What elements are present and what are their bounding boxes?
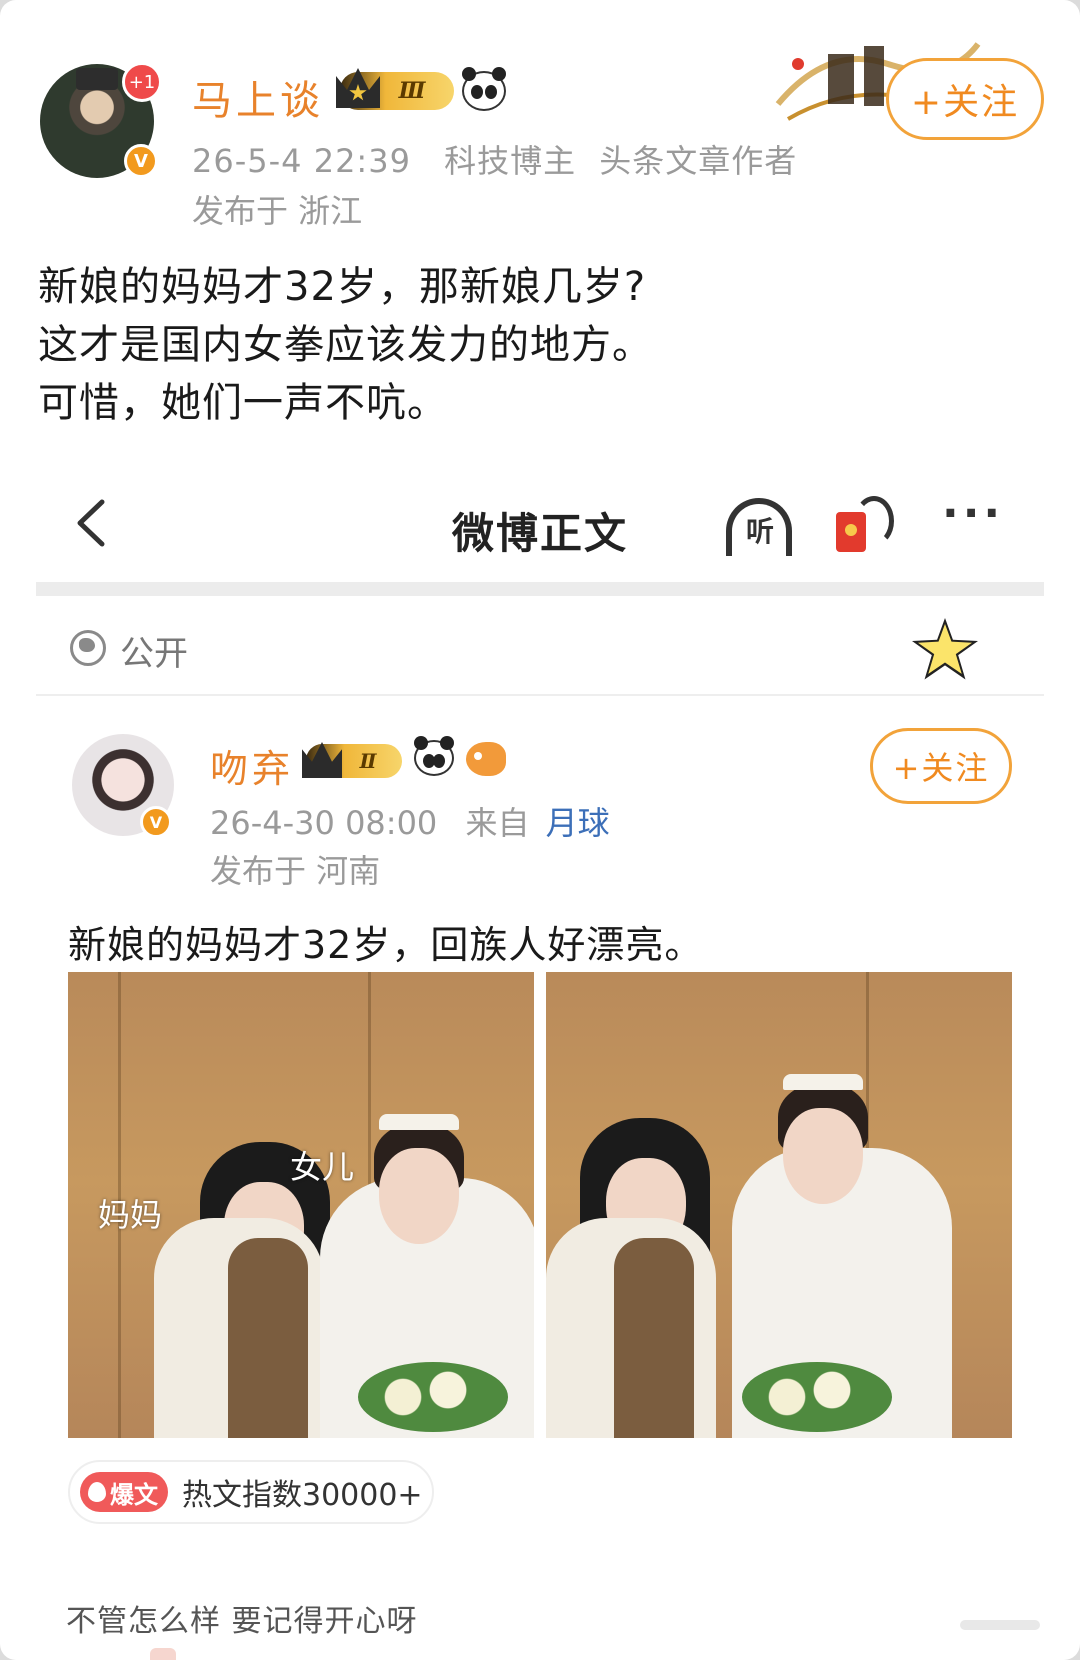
post-card: +1 V 马上谈 Ⅲ 26-5-4 22:39 科技博主 头条文章作者 发布于 … bbox=[0, 0, 1080, 1660]
author-tag: 头条文章作者 bbox=[599, 142, 798, 180]
star-icon[interactable] bbox=[912, 618, 978, 680]
listen-label: 听 bbox=[745, 515, 774, 548]
hot-index-text: 热文指数30000+ bbox=[182, 1478, 423, 1513]
verified-icon: V bbox=[140, 806, 172, 838]
embedded-author-name[interactable]: 吻弃 bbox=[210, 738, 294, 793]
photo-label-mom: 妈妈 bbox=[98, 1196, 163, 1234]
more-icon[interactable]: ··· bbox=[942, 492, 1012, 536]
plus-one-badge: +1 bbox=[122, 62, 162, 102]
panda-icon bbox=[414, 736, 454, 776]
post-body: 新娘的妈妈才32岁，那新娘几岁? 这才是国内女拳应该发力的地方。 可惜，她们一声… bbox=[38, 258, 653, 432]
flame-icon bbox=[88, 1482, 106, 1502]
verified-icon: V bbox=[124, 144, 158, 178]
hot-tag-label: 爆文 bbox=[110, 1480, 158, 1509]
hot-index-pill[interactable]: 爆文 热文指数30000+ bbox=[68, 1460, 434, 1524]
embedded-follow-button[interactable]: +关注 bbox=[870, 728, 1012, 804]
source-link[interactable]: 月球 bbox=[546, 804, 610, 842]
embedded-location: 发布于 河南 bbox=[210, 852, 381, 890]
hot-tag: 爆文 bbox=[80, 1472, 168, 1512]
bottom-indicator bbox=[150, 1648, 176, 1660]
comment-text: 不管怎么样 要记得开心呀 bbox=[66, 1604, 418, 1639]
divider bbox=[36, 582, 1044, 596]
author-meta: 26-5-4 22:39 科技博主 头条文章作者 bbox=[192, 136, 819, 182]
post-line: 可惜，她们一声不吭。 bbox=[38, 380, 448, 426]
embedded-post-text: 新娘的妈妈才32岁，回族人好漂亮。 bbox=[68, 923, 704, 967]
source-prefix: 来自 bbox=[465, 804, 530, 842]
scrollbar[interactable] bbox=[960, 1620, 1040, 1630]
follow-button[interactable]: +关注 bbox=[886, 58, 1044, 140]
post-photo[interactable] bbox=[546, 972, 1012, 1438]
visibility-row: 公开 bbox=[36, 596, 1044, 696]
embedded-meta: 26-4-30 08:00 来自 月球 bbox=[210, 798, 610, 844]
panda-icon bbox=[462, 67, 506, 111]
author-tag: 科技博主 bbox=[444, 142, 577, 180]
globe-icon bbox=[70, 630, 106, 666]
embedded-nav-bar: 微博正文 听 ··· bbox=[36, 470, 1044, 580]
embedded-timestamp: 26-4-30 08:00 bbox=[210, 804, 438, 842]
author-name[interactable]: 马上谈 bbox=[192, 68, 324, 126]
fish-icon bbox=[466, 742, 506, 776]
post-photo[interactable]: 妈妈 女儿 bbox=[68, 972, 534, 1438]
photo-label-daughter: 女儿 bbox=[290, 1148, 355, 1186]
post-line: 这才是国内女拳应该发力的地方。 bbox=[38, 322, 653, 368]
post-location: 发布于 浙江 bbox=[192, 192, 363, 230]
post-timestamp: 26-5-4 22:39 bbox=[192, 142, 411, 180]
red-packet-search-icon[interactable] bbox=[836, 494, 896, 554]
post-line: 新娘的妈妈才32岁，那新娘几岁? bbox=[38, 264, 647, 310]
listen-icon[interactable]: 听 bbox=[722, 494, 798, 556]
visibility-label: 公开 bbox=[120, 634, 188, 674]
